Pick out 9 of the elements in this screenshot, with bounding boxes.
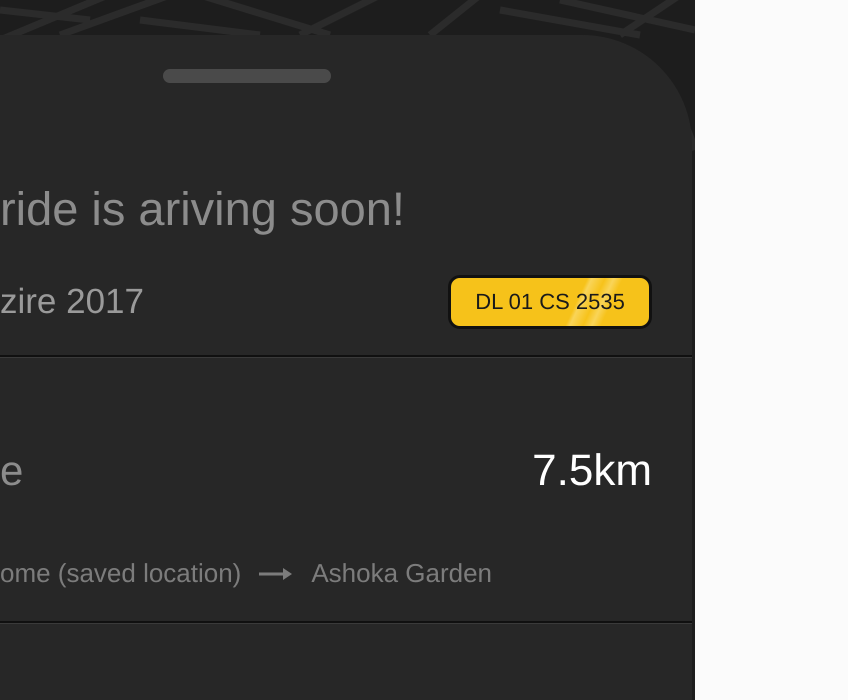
license-plate: DL 01 CS 2535 [448,275,652,329]
drag-handle[interactable] [163,69,331,83]
car-model: zire 2017 [0,282,144,322]
distance-value: 7.5km [532,446,652,496]
arrival-title: ride is ariving soon! [0,181,406,237]
route-origin: ome (saved location) [0,558,242,589]
arrow-icon [259,566,294,580]
route-destination: Ashoka Garden [311,558,492,589]
distance-label: e [0,447,24,495]
